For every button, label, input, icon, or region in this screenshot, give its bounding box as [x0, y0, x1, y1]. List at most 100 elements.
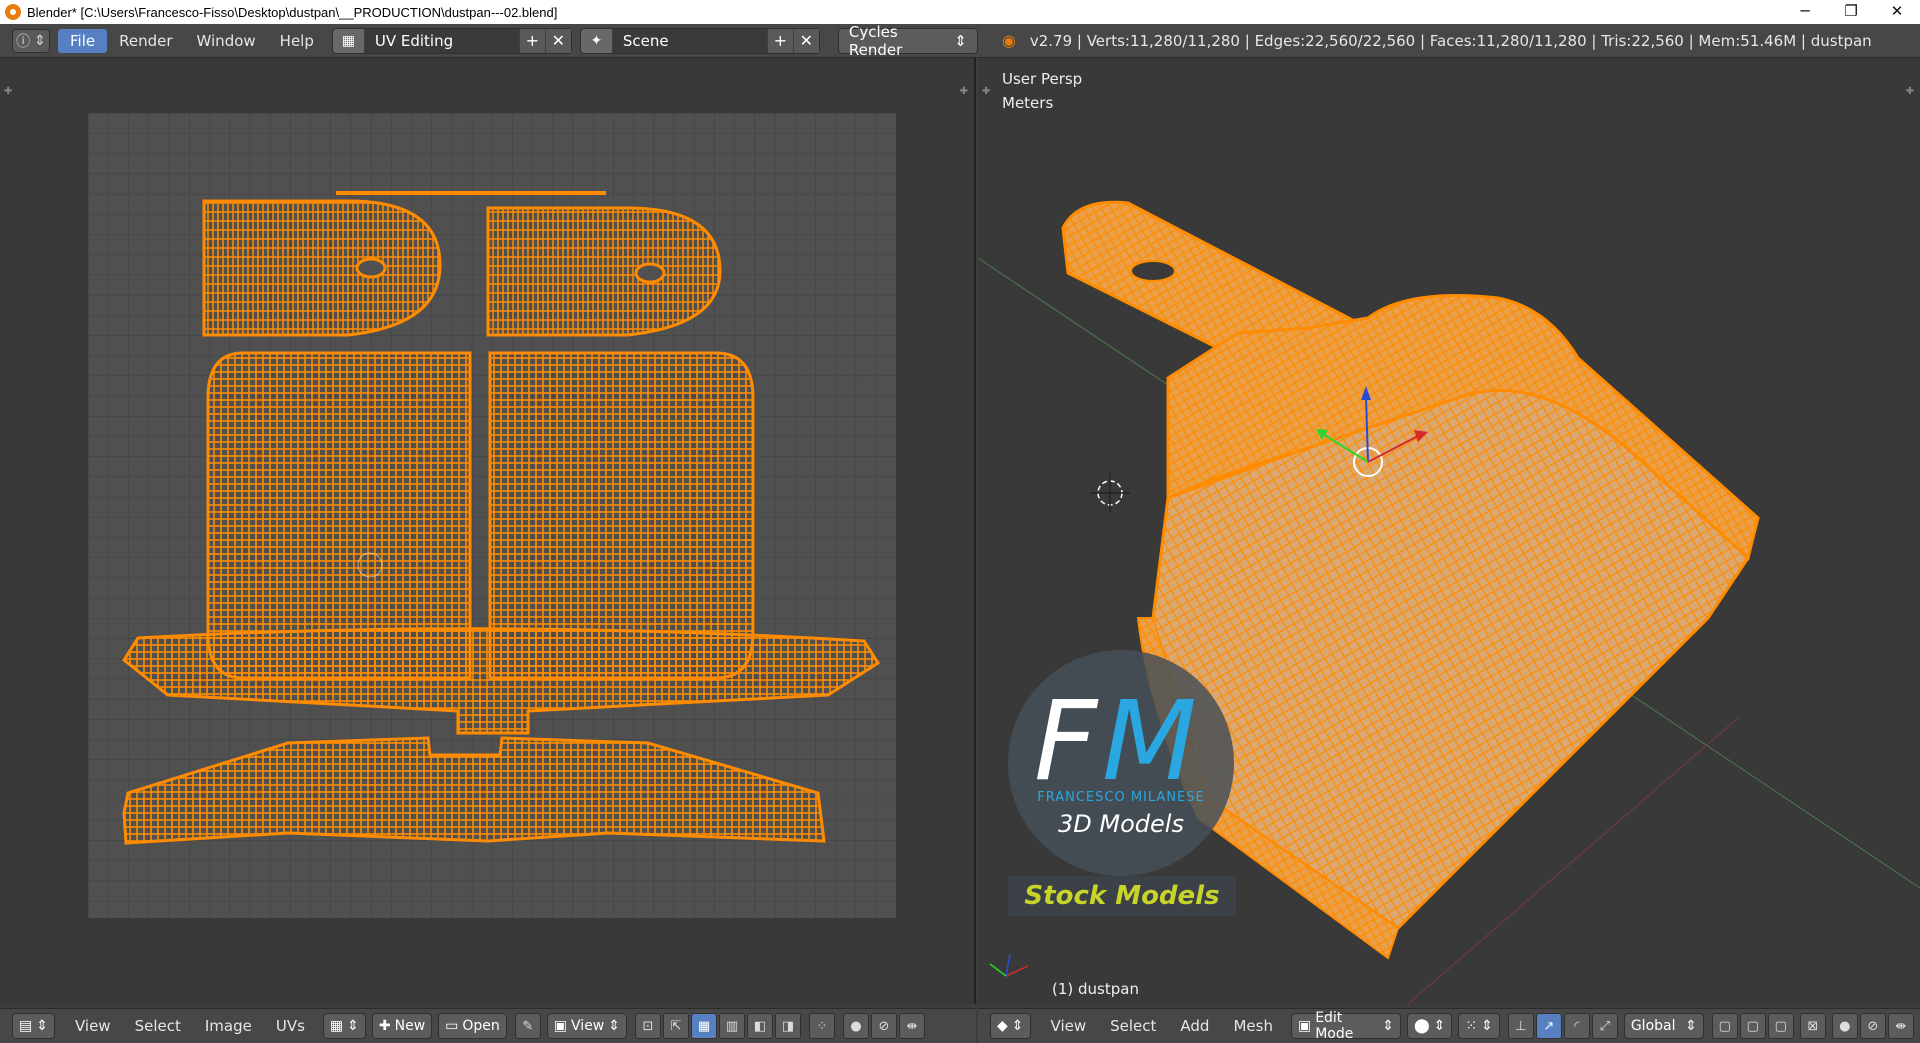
cube-icon: ◆	[997, 1018, 1008, 1034]
uv-menu-view[interactable]: View	[63, 1013, 123, 1039]
render-engine-value: Cycles Render	[848, 22, 903, 59]
region-toggle-icon[interactable]: ✚	[960, 86, 968, 97]
viewport-menu-mesh[interactable]: Mesh	[1221, 1013, 1285, 1039]
edit-mode-icon: ▣	[1297, 1018, 1312, 1034]
blender-logo-icon: ◉	[1001, 31, 1016, 50]
window-titlebar: Blender* [C:\Users\Francesco-Fisso\Deskt…	[0, 0, 1920, 24]
face-select-icon[interactable]: ◧	[747, 1013, 773, 1039]
snap-icon[interactable]: ⊘	[871, 1013, 897, 1039]
scene-selector[interactable]: ✦ Scene + ✕	[579, 27, 820, 54]
vertex-select-mode-icon[interactable]: ▢	[1711, 1013, 1738, 1039]
uv-menu-image[interactable]: Image	[193, 1013, 264, 1039]
editor-type-info-button[interactable]: ⓘ ⇕	[12, 28, 50, 53]
region-toggle-icon[interactable]: ✚	[4, 86, 12, 97]
uv-grid-canvas[interactable]	[88, 113, 896, 918]
proportional-edit-icon[interactable]: ●	[1831, 1013, 1858, 1039]
chevron-updown-icon: ⇕	[1685, 1018, 1697, 1034]
pivot-icon[interactable]: ⊡	[635, 1013, 661, 1039]
uv-view-mode-label: View	[571, 1018, 605, 1034]
editor-type-uv-button[interactable]: ▤ ⇕	[12, 1013, 55, 1039]
uv-island-handle-left	[202, 199, 442, 337]
manipulator-toggle-icon[interactable]: ⊥	[1507, 1013, 1534, 1039]
maximize-button[interactable]: ❐	[1828, 0, 1874, 24]
scale-manipulator-icon[interactable]: ⤢	[1591, 1013, 1618, 1039]
uv-image-editor[interactable]: ✚ ✚	[0, 58, 976, 1004]
viewport-menu-add[interactable]: Add	[1168, 1013, 1221, 1039]
viewport-menu-view[interactable]: View	[1039, 1013, 1099, 1039]
window-title: Blender* [C:\Users\Francesco-Fisso\Deskt…	[27, 4, 558, 20]
viewport-header: ◆ ⇕ View Select Add Mesh ▣ Edit Mode ⇕ ⬤ ⇕ ⁙…	[978, 1008, 1920, 1043]
menu-help[interactable]: Help	[268, 29, 326, 53]
proportional-edit-icon[interactable]: ●	[843, 1013, 869, 1039]
vertex-select-icon[interactable]: ▦	[691, 1013, 717, 1039]
scene-name[interactable]: Scene	[612, 28, 767, 53]
occlude-geometry-icon[interactable]: ⊠	[1799, 1013, 1826, 1039]
snap-element-icon[interactable]: ⇼	[899, 1013, 925, 1039]
watermark-letter-f: F	[1034, 677, 1098, 805]
scene-icon: ✦	[580, 28, 613, 53]
image-browse-button[interactable]: ▦ ⇕	[322, 1013, 366, 1039]
info-icon: ⓘ	[16, 33, 31, 50]
chevron-updown-icon: ⇕	[1382, 1018, 1394, 1034]
image-icon: ▦	[329, 1018, 344, 1034]
edge-select-icon[interactable]: ▥	[719, 1013, 745, 1039]
menu-file[interactable]: File	[58, 28, 108, 53]
rotate-manipulator-icon[interactable]: ◜	[1563, 1013, 1590, 1039]
watermark-author: FRANCESCO MILANESE	[1037, 790, 1205, 805]
snap-icon[interactable]: ⊘	[1859, 1013, 1886, 1039]
screen-layout-name[interactable]: UV Editing	[364, 28, 519, 53]
menu-render[interactable]: Render	[107, 29, 184, 53]
add-scene-icon[interactable]: +	[766, 28, 793, 53]
pivot-point-icon: ⁙	[1465, 1018, 1478, 1034]
chevron-updown-icon: ⇕	[34, 32, 46, 49]
close-button[interactable]: ✕	[1874, 0, 1920, 24]
face-select-mode-icon[interactable]: ▢	[1767, 1013, 1794, 1039]
transform-orientation-dropdown[interactable]: Global ⇕	[1623, 1013, 1704, 1039]
sync-select-icon[interactable]: ⇱	[663, 1013, 689, 1039]
render-engine-dropdown[interactable]: Cycles Render ⇕	[837, 23, 978, 59]
chevron-updown-icon: ⇕	[1011, 1018, 1024, 1034]
menu-window[interactable]: Window	[185, 29, 268, 53]
translate-manipulator-icon[interactable]: ↗	[1535, 1013, 1562, 1039]
axis-gizmo-icon	[989, 953, 1029, 977]
minimize-button[interactable]: ─	[1782, 0, 1828, 24]
sticky-select-icon[interactable]: ⁘	[809, 1013, 835, 1039]
uv-view-mode-dropdown[interactable]: ▣ View ⇕	[546, 1013, 627, 1039]
pin-icon[interactable]: ✎	[514, 1013, 541, 1039]
chevron-updown-icon: ⇕	[954, 31, 967, 50]
uv-editor-header: ▤ ⇕ View Select Image UVs ▦ ⇕ ✚ New ▭ Open ✎…	[0, 1008, 976, 1043]
pivot-point-dropdown[interactable]: ⁙ ⇕	[1458, 1013, 1500, 1039]
viewport-shading-dropdown[interactable]: ⬤ ⇕	[1406, 1013, 1453, 1039]
chevron-updown-icon: ⇕	[1481, 1018, 1493, 1034]
delete-scene-icon[interactable]: ✕	[792, 28, 819, 53]
delete-screen-icon[interactable]: ✕	[544, 28, 571, 53]
watermark-subtitle: 3D Models	[1058, 810, 1184, 838]
chevron-updown-icon: ⇕	[347, 1018, 359, 1034]
transform-orientation-label: Global	[1630, 1018, 1676, 1034]
blender-logo-icon	[5, 4, 21, 20]
chevron-updown-icon: ⇕	[1433, 1018, 1446, 1034]
snap-element-icon[interactable]: ⇼	[1887, 1013, 1914, 1039]
new-image-label: New	[394, 1018, 426, 1034]
editor-type-3d-button[interactable]: ◆ ⇕	[990, 1013, 1031, 1039]
viewport-menu-select[interactable]: Select	[1098, 1013, 1168, 1039]
uv-menu-select[interactable]: Select	[123, 1013, 193, 1039]
island-select-icon[interactable]: ◨	[775, 1013, 801, 1039]
chevron-updown-icon: ⇕	[608, 1018, 620, 1034]
add-screen-icon[interactable]: +	[518, 28, 545, 53]
main-menu: File Render Window Help	[58, 28, 326, 53]
info-header: ⓘ ⇕ File Render Window Help ▦ UV Editing …	[0, 23, 1920, 59]
interaction-mode-dropdown[interactable]: ▣ Edit Mode ⇕	[1290, 1010, 1401, 1042]
active-object-label: (1) dustpan	[1052, 980, 1139, 998]
uv-menu-uvs[interactable]: UVs	[264, 1013, 317, 1039]
edge-select-mode-icon[interactable]: ▢	[1739, 1013, 1766, 1039]
plus-icon: ✚	[378, 1018, 391, 1034]
folder-icon: ▭	[445, 1018, 459, 1034]
new-image-button[interactable]: ✚ New	[371, 1013, 433, 1039]
open-image-label: Open	[462, 1018, 500, 1034]
screen-layout-icon: ▦	[332, 28, 365, 53]
screen-layout-selector[interactable]: ▦ UV Editing + ✕	[331, 27, 572, 54]
open-image-button[interactable]: ▭ Open	[438, 1013, 507, 1039]
watermark-logo: F M FRANCESCO MILANESE 3D Models Stock M…	[1008, 650, 1236, 920]
chevron-updown-icon: ⇕	[36, 1018, 48, 1034]
